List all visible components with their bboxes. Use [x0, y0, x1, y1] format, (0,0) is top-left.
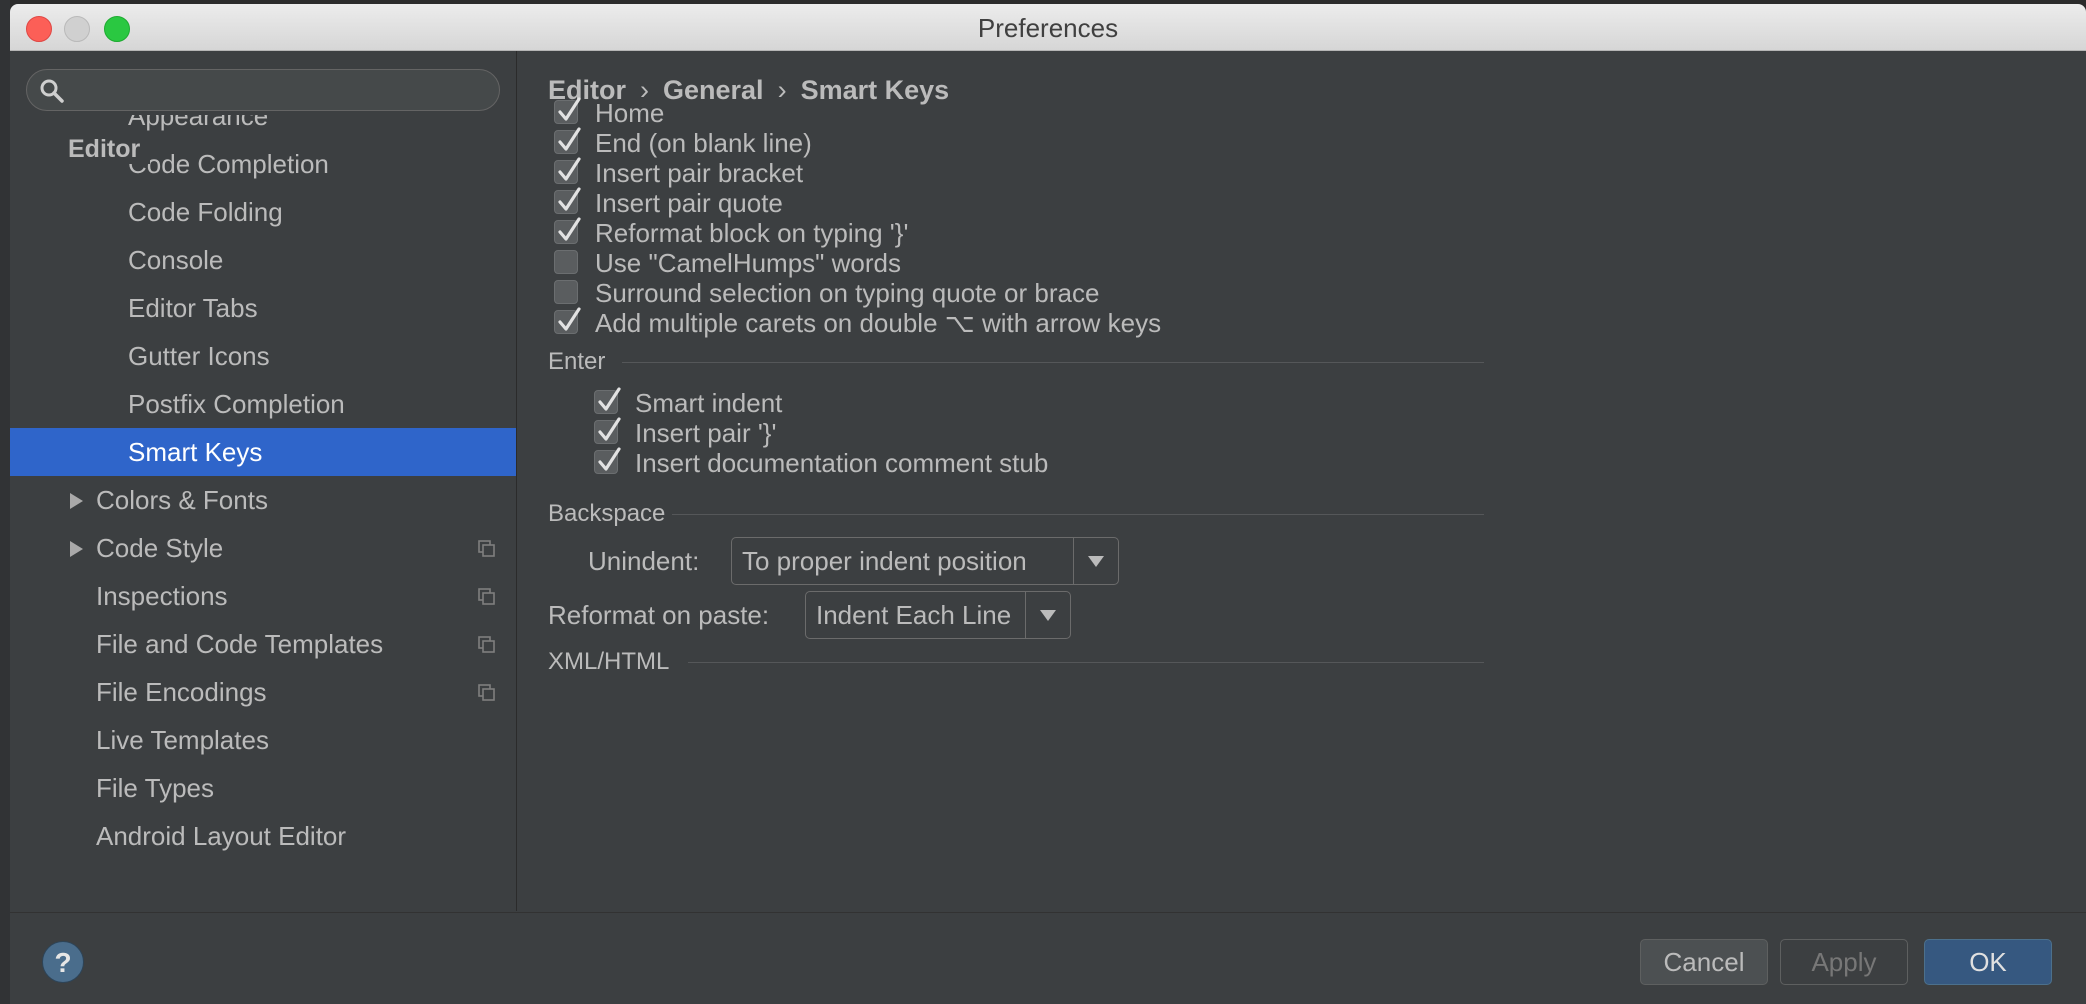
- ok-button[interactable]: OK: [1924, 939, 2052, 985]
- checkmark-icon: [558, 157, 581, 181]
- checkmark-icon: [558, 187, 581, 211]
- section-divider: [622, 362, 1484, 363]
- sidebar-item-code-folding[interactable]: Code Folding: [10, 188, 516, 236]
- smart-keys-panel: Editor › General › Smart Keys Home End (on bla…: [518, 51, 2086, 911]
- checkbox-checked[interactable]: [594, 417, 621, 444]
- sidebar-item-gutter-icons[interactable]: Gutter Icons: [10, 332, 516, 380]
- sidebar-item-label: Code Style: [96, 533, 224, 563]
- sidebar-item-label: Gutter Icons: [128, 341, 270, 371]
- search-icon: [40, 79, 64, 103]
- sidebar-item-file-encodings[interactable]: File Encodings: [10, 668, 516, 716]
- sidebar-item-file-code-templates[interactable]: File and Code Templates: [10, 620, 516, 668]
- sidebar-item-console[interactable]: Console: [10, 236, 516, 284]
- sidebar-item-label: Live Templates: [96, 725, 269, 755]
- checkmark-icon: [558, 97, 581, 121]
- sidebar-item-postfix-completion[interactable]: Postfix Completion: [10, 380, 516, 428]
- checkmark-icon: [558, 217, 581, 241]
- checkmark-icon: [558, 307, 581, 331]
- sidebar-item-file-types[interactable]: File Types: [10, 764, 516, 812]
- section-title-xml-html: XML/HTML: [548, 648, 670, 675]
- checkbox-label: End (on blank line): [595, 128, 812, 158]
- unindent-selected-value: To proper indent position: [742, 546, 1027, 576]
- checkbox-label: Insert documentation comment stub: [635, 448, 1049, 478]
- breadcrumb-item: Smart Keys: [800, 75, 950, 105]
- reformat-on-paste-selected-value: Indent Each Line: [816, 600, 1012, 630]
- breadcrumb-separator: ›: [777, 75, 787, 105]
- project-scope-icon: [478, 684, 495, 701]
- checkbox-checked[interactable]: [554, 157, 581, 184]
- apply-button[interactable]: Apply: [1780, 939, 1908, 985]
- checkbox-checked[interactable]: [554, 127, 581, 154]
- sidebar-item-code-style[interactable]: Code Style: [10, 524, 516, 572]
- checkmark-icon: [558, 127, 581, 151]
- sidebar-item-label: Postfix Completion: [128, 389, 345, 419]
- sidebar-item-label: Android Layout Editor: [96, 821, 347, 851]
- checkbox-checked[interactable]: [554, 217, 581, 244]
- search-input[interactable]: [26, 69, 500, 111]
- checkbox-label: Home: [595, 98, 665, 128]
- checkbox-unchecked[interactable]: [554, 280, 578, 304]
- checkbox-unchecked[interactable]: [554, 250, 578, 274]
- checkmark-icon: [598, 447, 621, 471]
- sidebar-item-live-templates[interactable]: Live Templates: [10, 716, 516, 764]
- tree-header-editor[interactable]: Editor: [68, 135, 151, 164]
- checkmark-icon: [598, 417, 621, 441]
- help-button[interactable]: ?: [42, 941, 84, 983]
- checkbox-label: Insert pair bracket: [595, 158, 804, 188]
- preferences-window: Preferences Appearance Code Completion Cod…: [10, 4, 2086, 1004]
- checkbox-label: Insert pair quote: [595, 188, 783, 218]
- sidebar-item-inspections[interactable]: Inspections: [10, 572, 516, 620]
- sidebar-item-label: File Encodings: [96, 677, 267, 707]
- checkbox-checked[interactable]: [594, 447, 621, 474]
- checkbox-label: Reformat block on typing '}': [595, 218, 909, 248]
- settings-tree: Appearance Code Completion Code Folding Con…: [10, 51, 517, 911]
- chevron-down-icon[interactable]: [1073, 538, 1118, 584]
- section-title-enter: Enter: [548, 348, 606, 375]
- checkbox-checked[interactable]: [594, 387, 621, 414]
- unindent-label: Unindent:: [588, 546, 700, 576]
- cancel-button[interactable]: Cancel: [1640, 939, 1768, 985]
- expand-arrow-icon[interactable]: [70, 493, 83, 509]
- project-scope-icon: [478, 540, 495, 557]
- sidebar-item-label: Appearance: [128, 115, 269, 131]
- checkbox-checked[interactable]: [554, 97, 581, 124]
- title-bar: Preferences: [10, 4, 2086, 51]
- breadcrumb-item: General: [663, 75, 764, 105]
- section-divider: [688, 662, 1484, 663]
- expand-arrow-icon[interactable]: [70, 541, 83, 557]
- section-title-backspace: Backspace: [548, 500, 666, 527]
- checkbox-label: Surround selection on typing quote or br…: [595, 278, 1100, 308]
- sidebar-item-label: File Types: [96, 773, 215, 803]
- sidebar-item-label: Inspections: [96, 581, 228, 611]
- sidebar-item-label: Code Completion: [128, 149, 329, 179]
- project-scope-icon: [478, 588, 495, 605]
- checkbox-label: Insert pair '}': [635, 418, 777, 448]
- reformat-on-paste-label: Reformat on paste:: [548, 600, 770, 630]
- sidebar-item-colors-fonts[interactable]: Colors & Fonts: [10, 476, 516, 524]
- checkbox-checked[interactable]: [554, 187, 581, 214]
- project-scope-icon: [478, 636, 495, 653]
- sidebar-item-smart-keys[interactable]: Smart Keys: [10, 428, 516, 476]
- sidebar-item-editor-tabs[interactable]: Editor Tabs: [10, 284, 516, 332]
- checkmark-icon: [598, 387, 621, 411]
- sidebar-item-label: File and Code Templates: [96, 629, 384, 659]
- chevron-down-icon[interactable]: [1025, 592, 1070, 638]
- sidebar-item-label: Code Folding: [128, 197, 283, 227]
- sidebar-item-label: Smart Keys: [128, 437, 263, 467]
- sidebar-item-label: Console: [128, 245, 224, 275]
- background-gutter: [0, 0, 10, 1004]
- checkbox-checked[interactable]: [554, 307, 581, 334]
- reformat-on-paste-dropdown[interactable]: Indent Each Line: [805, 591, 1071, 639]
- dialog-footer: ? Cancel Apply OK: [10, 912, 2086, 1004]
- unindent-dropdown[interactable]: To proper indent position: [731, 537, 1119, 585]
- window-title: Preferences: [977, 13, 1119, 43]
- checkbox-label: Add multiple carets on double ⌥ with arr…: [595, 308, 1162, 338]
- sidebar-item-android-layout-editor[interactable]: Android Layout Editor: [10, 812, 516, 860]
- sidebar-item-label: Colors & Fonts: [96, 485, 268, 515]
- section-divider: [672, 514, 1484, 515]
- checkbox-label: Smart indent: [635, 388, 783, 418]
- sidebar-item-label: Editor Tabs: [128, 293, 258, 323]
- checkbox-label: Use "CamelHumps" words: [595, 248, 901, 278]
